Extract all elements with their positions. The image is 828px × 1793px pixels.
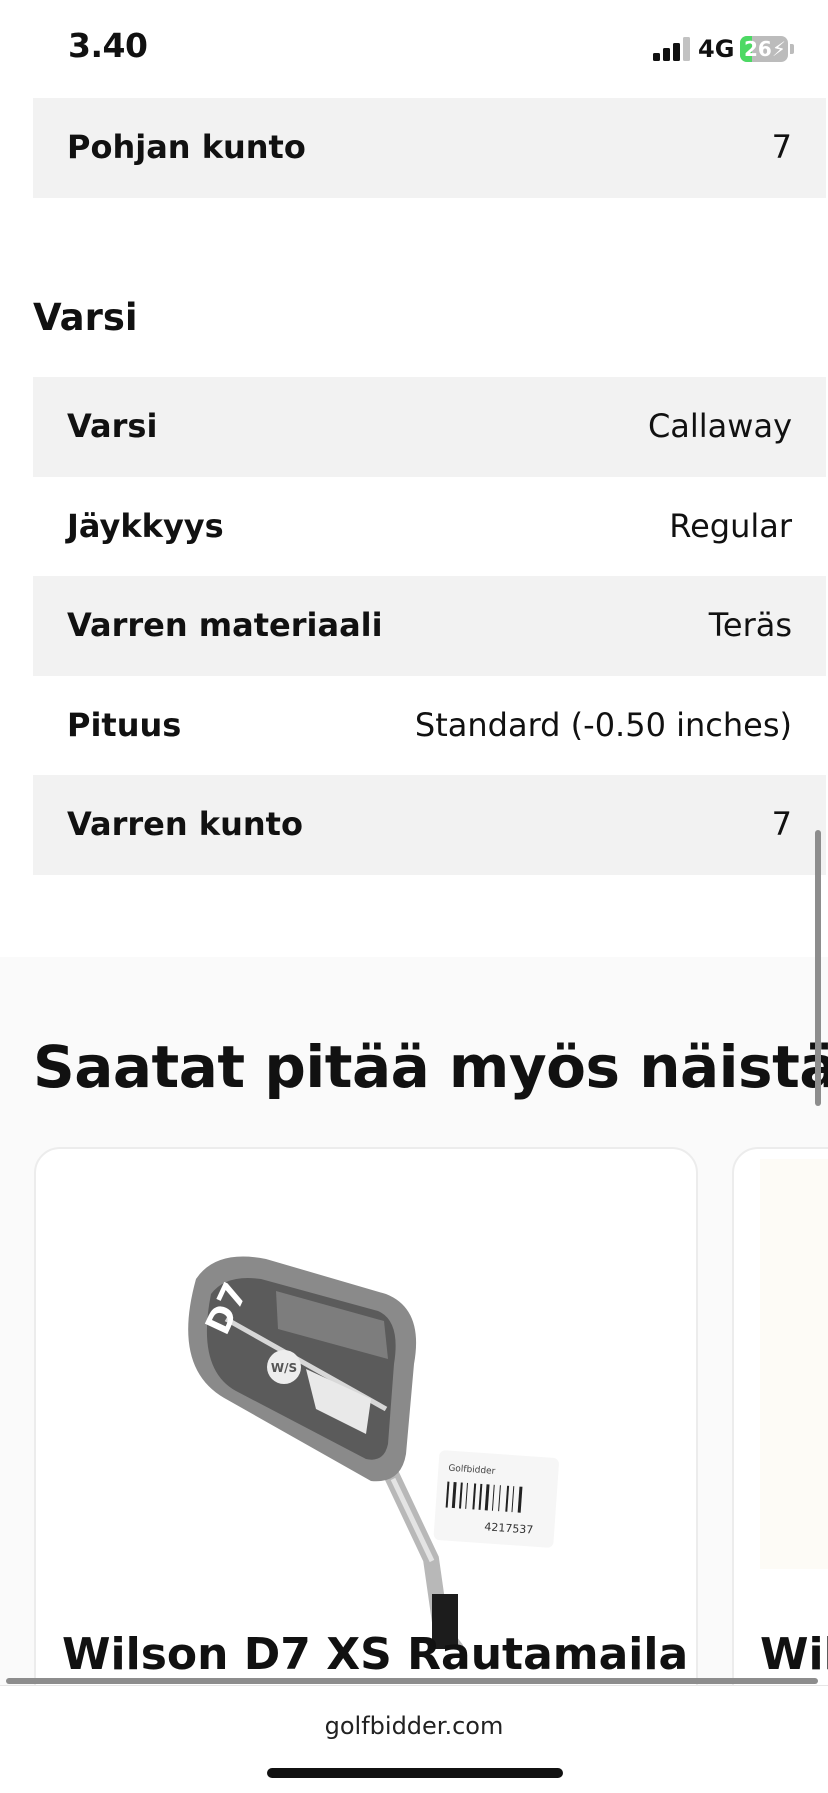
spec-label: Varren kunto bbox=[67, 805, 303, 843]
club-head-logo: W/S bbox=[271, 1361, 297, 1375]
product-card-title[interactable]: Wilson D7 XS Rautamaila bbox=[62, 1629, 688, 1680]
recommendations-title: Saatat pitää myös näistä bbox=[33, 1033, 828, 1101]
spec-label: Pituus bbox=[67, 706, 182, 744]
spec-value: Standard (-0.50 inches) bbox=[414, 706, 792, 744]
network-type: 4G bbox=[698, 35, 735, 63]
home-indicator[interactable] bbox=[267, 1768, 563, 1778]
status-time: 3.40 bbox=[68, 26, 148, 65]
spec-value: Callaway bbox=[647, 407, 792, 445]
golf-iron-image: W/S D7 Golfbidder 4217537 bbox=[188, 1256, 559, 1649]
spec-value: Teräs bbox=[708, 606, 792, 644]
battery-level: 26⚡ bbox=[744, 37, 786, 61]
url-label[interactable]: golfbidder.com bbox=[0, 1712, 828, 1740]
spec-row-sole-condition: Pohjan kunto 7 bbox=[33, 98, 826, 198]
spec-row-shaft-material: Varren materiaali Teräs bbox=[33, 576, 826, 676]
product-card[interactable]: Wil bbox=[732, 1147, 828, 1711]
spec-label: Varren materiaali bbox=[67, 606, 383, 644]
product-card-title[interactable]: Wil bbox=[760, 1629, 828, 1680]
vertical-scrollbar[interactable] bbox=[815, 830, 821, 1106]
spec-label: Pohjan kunto bbox=[67, 128, 306, 166]
spec-value: 7 bbox=[771, 128, 792, 166]
section-heading-shaft: Varsi bbox=[33, 296, 138, 339]
spec-row-shaft: Varsi Callaway bbox=[33, 377, 826, 477]
spec-label: Jäykkyys bbox=[67, 507, 224, 545]
battery-icon: 26⚡ bbox=[740, 36, 788, 62]
spec-row-flex: Jäykkyys Regular bbox=[33, 477, 826, 577]
spec-value: 7 bbox=[771, 805, 792, 843]
barcode-tag: Golfbidder 4217537 bbox=[433, 1450, 559, 1548]
status-bar: 3.40 4G 26⚡ bbox=[0, 0, 828, 98]
product-image bbox=[760, 1159, 828, 1569]
product-card[interactable]: W/S D7 Golfbidder 4217537 Wilson D7 XS R… bbox=[34, 1147, 698, 1711]
spec-row-length: Pituus Standard (-0.50 inches) bbox=[33, 676, 826, 776]
recommendations-section: Saatat pitää myös näistä W/S D7 Golfbidd… bbox=[0, 957, 828, 1711]
spec-label: Varsi bbox=[67, 407, 158, 445]
battery-cap bbox=[790, 44, 794, 54]
spec-value: Regular bbox=[669, 507, 792, 545]
horizontal-scrollbar[interactable] bbox=[6, 1678, 818, 1684]
spec-row-shaft-condition: Varren kunto 7 bbox=[33, 775, 826, 875]
cellular-signal-icon bbox=[653, 37, 691, 61]
